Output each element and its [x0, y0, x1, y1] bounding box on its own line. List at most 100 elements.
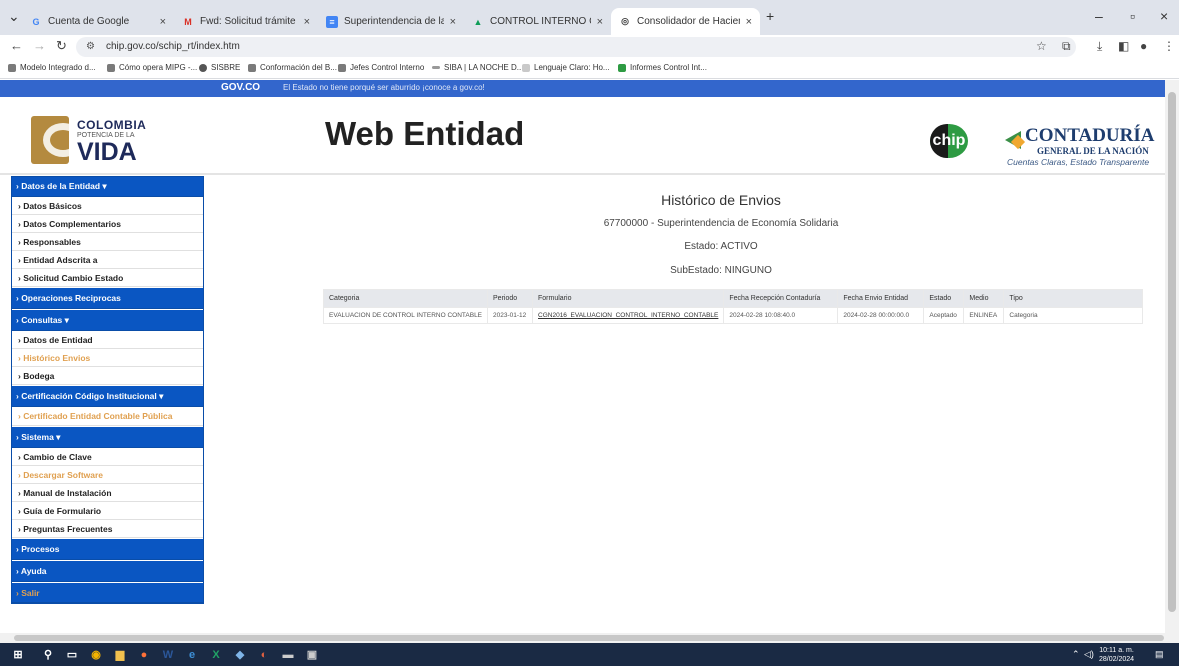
bookmark-item[interactable]: Cómo opera MIPG -... — [107, 63, 197, 72]
bookmark-item[interactable]: Lenguaje Claro: Ho... — [522, 63, 610, 72]
menu-datos-complementarios[interactable]: › Datos Complementarios — [12, 215, 203, 233]
menu-salir[interactable]: › Salir — [12, 583, 203, 603]
govco-tagline[interactable]: El Estado no tiene porqué ser aburrido ¡… — [283, 83, 485, 92]
task-view-icon[interactable]: ▭ — [64, 647, 80, 662]
menu-guia-formulario[interactable]: › Guía de Formulario — [12, 502, 203, 520]
close-icon[interactable]: × — [597, 16, 603, 28]
col-header: Tipo — [1003, 289, 1143, 308]
menu-datos-entidad[interactable]: › Datos de la Entidad ▾ — [12, 177, 203, 197]
col-header: Fecha Recepción Contaduría — [723, 289, 839, 308]
back-icon[interactable]: ← — [10, 38, 23, 53]
bookmarks-bar: Modelo Integrado d... Cómo opera MIPG -.… — [0, 59, 1179, 79]
file-explorer-icon[interactable]: ▆ — [112, 647, 128, 662]
sidebar-menu: › Datos de la Entidad ▾ › Datos Básicos … — [11, 176, 204, 604]
menu-manual-instalacion[interactable]: › Manual de Instalación — [12, 484, 203, 502]
tab-gmail[interactable]: M Fwd: Solicitud trámite paz y sal × — [174, 8, 318, 35]
cell-categoria: EVALUACION DE CONTROL INTERNO CONTABLE — [322, 307, 489, 324]
bookmark-item[interactable]: Conformación del B... — [248, 63, 337, 72]
cell-fecha-recepcion: 2024-02-28 10:08:40.0 — [723, 307, 839, 324]
bookmark-item[interactable]: Jefes Control Interno — [338, 63, 424, 72]
app-icon[interactable]: ▣ — [304, 647, 320, 662]
reload-icon[interactable]: ↻ — [56, 38, 67, 54]
app-icon[interactable]: ◆ — [232, 647, 248, 662]
page-header: COLOMBIA POTENCIA DE LA VIDA Web Entidad… — [0, 97, 1165, 175]
colombia-logo[interactable]: COLOMBIA POTENCIA DE LA VIDA — [31, 116, 151, 166]
govco-logo[interactable]: GOV.CO — [221, 82, 260, 93]
bookmark-star-icon[interactable]: ☆ — [1036, 39, 1047, 53]
menu-certificado-entidad[interactable]: › Certificado Entidad Contable Pública — [12, 407, 203, 426]
address-bar-row: ← → ↻ ⚙ chip.gov.co/schip_rt/index.htm ☆… — [0, 35, 1179, 59]
menu-sistema[interactable]: › Sistema ▾ — [12, 427, 203, 448]
close-icon[interactable]: × — [746, 16, 752, 28]
vertical-scrollbar[interactable] — [1165, 80, 1179, 633]
entity-name: 67700000 - Superintendencia de Economía … — [603, 218, 839, 229]
estado-label: Estado: ACTIVO — [684, 241, 758, 252]
close-icon[interactable]: × — [450, 16, 456, 28]
tab-control-interno[interactable]: ▲ CONTROL INTERNO CONTABLE × — [464, 8, 611, 35]
menu-kebab-icon[interactable]: ⋮ — [1163, 39, 1175, 53]
bookmark-item[interactable]: SISBRE — [199, 63, 240, 72]
close-icon[interactable]: × — [304, 16, 310, 28]
menu-operaciones-reciprocas[interactable]: › Operaciones Reciprocas — [12, 288, 203, 309]
search-icon[interactable]: ⚲ — [40, 647, 56, 662]
page-title: Web Entidad — [325, 115, 525, 152]
bookmark-item[interactable]: SIBA | LA NOCHE D... — [432, 63, 523, 72]
horizontal-scrollbar[interactable] — [0, 633, 1179, 643]
menu-consultas[interactable]: › Consultas ▾ — [12, 310, 203, 331]
contaduria-logo[interactable]: CONTADURÍA GENERAL DE LA NACIÓN Cuentas … — [1005, 119, 1165, 169]
menu-historico-envios[interactable]: › Histórico Envios — [12, 349, 203, 367]
col-header: Formulario — [532, 289, 725, 308]
bookmark-item[interactable]: Informes Control Int... — [618, 63, 707, 72]
menu-solicitud-cambio-estado[interactable]: › Solicitud Cambio Estado — [12, 269, 203, 287]
menu-responsables[interactable]: › Responsables — [12, 233, 203, 251]
url-input[interactable]: ⚙ chip.gov.co/schip_rt/index.htm — [76, 37, 1076, 57]
main-content: Histórico de Envios 67700000 - Superinte… — [211, 176, 1165, 616]
minimize-icon[interactable]: – — [1095, 8, 1103, 24]
excel-icon[interactable]: X — [208, 647, 224, 662]
menu-cambio-clave[interactable]: › Cambio de Clave — [12, 448, 203, 466]
section-title: Histórico de Envios — [661, 192, 781, 208]
windows-start-icon[interactable]: ⊞ — [10, 647, 26, 662]
chip-logo[interactable]: chip — [930, 124, 968, 158]
download-icon[interactable]: ⤓ — [1097, 39, 1102, 54]
sidepanel-icon[interactable]: ◧ — [1118, 39, 1129, 53]
firefox-icon[interactable]: ● — [136, 647, 152, 662]
profile-avatar-icon[interactable]: ● — [1140, 39, 1147, 53]
app-icon[interactable]: ◐ — [256, 647, 272, 662]
menu-ayuda[interactable]: › Ayuda — [12, 561, 203, 582]
taskbar-clock[interactable]: 10:11 a. m. 28/02/2024 — [1099, 646, 1134, 664]
scroll-thumb[interactable] — [1168, 92, 1176, 612]
tab-superintendencia[interactable]: ≡ Superintendencia de la Econom × — [318, 8, 464, 35]
bookmark-icon — [338, 63, 346, 72]
forward-icon[interactable]: → — [33, 38, 46, 53]
bookmark-item[interactable]: Modelo Integrado d... — [8, 63, 96, 72]
menu-preguntas-frecuentes[interactable]: › Preguntas Frecuentes — [12, 520, 203, 538]
site-info-icon[interactable]: ⚙ — [86, 37, 95, 57]
menu-certificacion-codigo[interactable]: › Certificación Código Institucional ▾ — [12, 386, 203, 407]
tray-chevron-icon[interactable]: ⌃ — [1072, 649, 1080, 660]
volume-icon[interactable]: ◁) — [1084, 649, 1094, 660]
menu-procesos[interactable]: › Procesos — [12, 539, 203, 560]
new-tab-icon[interactable]: + — [766, 8, 774, 24]
close-icon[interactable]: × — [160, 16, 166, 28]
window-close-icon[interactable]: × — [1160, 8, 1168, 24]
table-row: EVALUACION DE CONTROL INTERNO CONTABLE 2… — [322, 307, 1143, 324]
menu-datos-de-entidad[interactable]: › Datos de Entidad — [12, 331, 203, 349]
extensions-icon[interactable]: ⧉ — [1062, 39, 1071, 54]
menu-entidad-adscrita[interactable]: › Entidad Adscrita a — [12, 251, 203, 269]
word-icon[interactable]: W — [160, 647, 176, 662]
notifications-icon[interactable]: ▤ — [1155, 649, 1164, 660]
globe-icon: ◎ — [621, 16, 629, 26]
menu-datos-basicos[interactable]: › Datos Básicos — [12, 197, 203, 215]
menu-descargar-software[interactable]: › Descargar Software — [12, 466, 203, 484]
tab-google-account[interactable]: G Cuenta de Google × — [22, 8, 174, 35]
tab-consolidador-active[interactable]: ◎ Consolidador de Hacienda e Inf × — [611, 8, 760, 35]
tab-search-icon[interactable]: ⌄ — [8, 8, 20, 25]
cell-formulario-link[interactable]: CGN2016_EVALUACION_CONTROL_INTERNO_CONTA… — [532, 307, 725, 324]
scroll-thumb[interactable] — [14, 635, 1164, 641]
chrome-icon[interactable]: ◉ — [88, 647, 104, 662]
menu-bodega[interactable]: › Bodega — [12, 367, 203, 385]
edge-icon[interactable]: e — [184, 647, 200, 662]
terminal-icon[interactable]: ▬ — [280, 647, 296, 662]
restore-icon[interactable]: ▫ — [1130, 8, 1135, 24]
